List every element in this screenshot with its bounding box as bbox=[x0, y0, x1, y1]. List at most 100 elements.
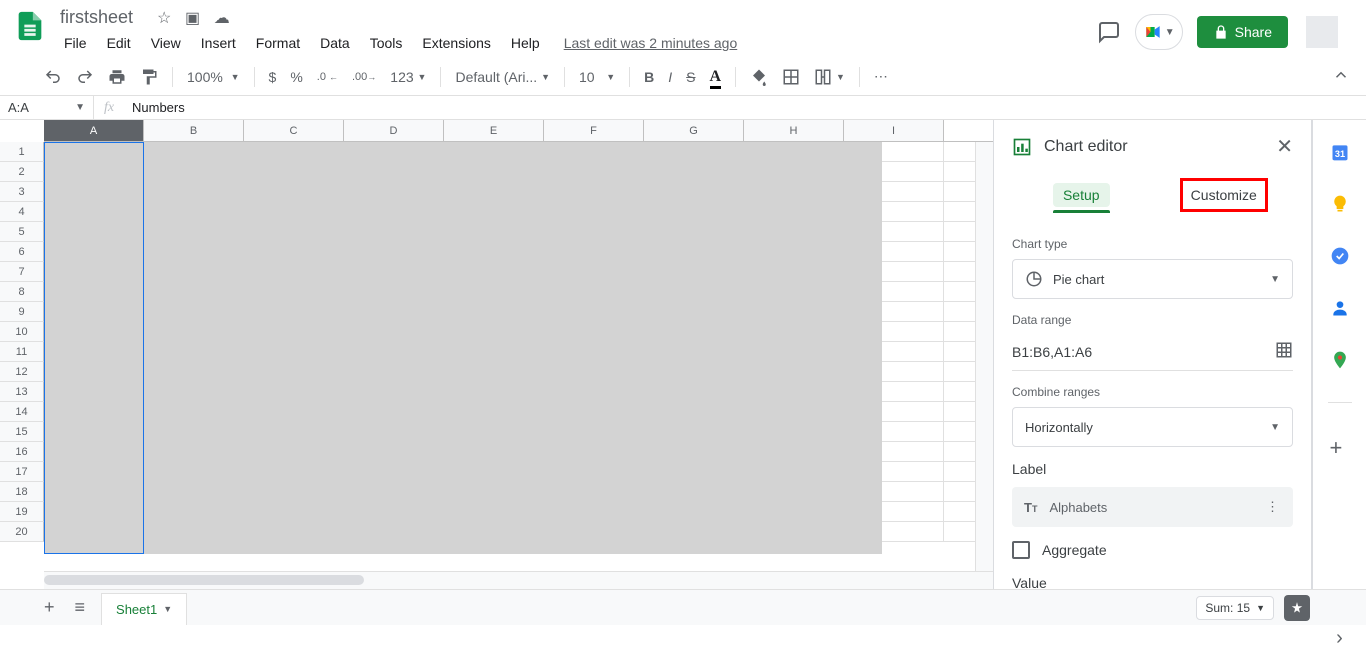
tasks-icon[interactable] bbox=[1330, 246, 1350, 266]
column-header[interactable]: C bbox=[244, 120, 344, 141]
doc-title[interactable]: firstsheet bbox=[56, 6, 137, 29]
row-header[interactable]: 14 bbox=[0, 402, 44, 422]
strikethrough-icon[interactable]: S bbox=[680, 65, 701, 89]
row-header[interactable]: 15 bbox=[0, 422, 44, 442]
column-header[interactable]: A bbox=[44, 120, 144, 141]
name-box[interactable]: A:A ▼ bbox=[0, 96, 94, 119]
chart-type-select[interactable]: Pie chart ▼ bbox=[1012, 259, 1293, 299]
spreadsheet-grid[interactable]: ABCDEFGHI 123456789101112131415161718192… bbox=[0, 120, 994, 589]
font-size-dropdown[interactable]: 10 ▼ bbox=[573, 65, 621, 89]
collapse-toolbar-icon[interactable] bbox=[1326, 60, 1356, 93]
hide-side-panel-icon[interactable]: › bbox=[1336, 627, 1343, 650]
row-header[interactable]: 18 bbox=[0, 482, 44, 502]
menu-tools[interactable]: Tools bbox=[362, 31, 411, 55]
explore-icon[interactable] bbox=[1284, 595, 1310, 621]
more-toolbar-icon[interactable]: ⋯ bbox=[868, 64, 896, 89]
calendar-icon[interactable]: 31 bbox=[1330, 142, 1350, 162]
currency-icon[interactable]: $ bbox=[263, 65, 283, 89]
all-sheets-icon[interactable]: ≡ bbox=[71, 593, 90, 622]
menu-extensions[interactable]: Extensions bbox=[414, 31, 498, 55]
row-header[interactable]: 9 bbox=[0, 302, 44, 322]
row-header[interactable]: 19 bbox=[0, 502, 44, 522]
menu-data[interactable]: Data bbox=[312, 31, 358, 55]
column-header[interactable]: I bbox=[844, 120, 944, 141]
column-header[interactable]: H bbox=[744, 120, 844, 141]
column-header[interactable]: E bbox=[444, 120, 544, 141]
row-header[interactable]: 6 bbox=[0, 242, 44, 262]
aggregate-checkbox-row[interactable]: Aggregate bbox=[1012, 541, 1293, 559]
embedded-chart[interactable] bbox=[44, 142, 882, 554]
tab-setup[interactable]: Setup bbox=[1010, 177, 1153, 213]
row-header[interactable]: 2 bbox=[0, 162, 44, 182]
horizontal-scrollbar[interactable] bbox=[44, 571, 993, 589]
cloud-icon[interactable]: ☁ bbox=[214, 10, 230, 27]
redo-icon[interactable] bbox=[70, 64, 100, 90]
add-sheet-icon[interactable]: + bbox=[40, 593, 59, 622]
cells-area[interactable] bbox=[44, 142, 993, 571]
print-icon[interactable] bbox=[102, 64, 132, 90]
increase-decimal-icon[interactable]: .00→ bbox=[346, 67, 382, 87]
decrease-decimal-icon[interactable]: .0 ← bbox=[311, 67, 344, 87]
row-header[interactable]: 3 bbox=[0, 182, 44, 202]
addons-icon[interactable]: + bbox=[1330, 435, 1350, 455]
menu-help[interactable]: Help bbox=[503, 31, 548, 55]
column-header[interactable]: F bbox=[544, 120, 644, 141]
text-color-icon[interactable]: A bbox=[704, 64, 728, 90]
sheet-tab[interactable]: Sheet1 ▼ bbox=[101, 593, 187, 625]
checkbox-icon[interactable] bbox=[1012, 541, 1030, 559]
vertical-scrollbar[interactable] bbox=[975, 142, 993, 571]
select-range-icon[interactable] bbox=[1275, 341, 1293, 362]
percent-icon[interactable]: % bbox=[284, 65, 308, 89]
meet-button[interactable]: ▼ bbox=[1135, 14, 1183, 50]
sheets-logo[interactable] bbox=[10, 6, 50, 46]
row-header[interactable]: 5 bbox=[0, 222, 44, 242]
fill-color-icon[interactable] bbox=[744, 64, 774, 90]
label-chip[interactable]: TT Alphabets ⋮ bbox=[1012, 487, 1293, 527]
star-icon[interactable]: ☆ bbox=[157, 10, 171, 27]
comments-icon[interactable] bbox=[1097, 20, 1121, 44]
bold-icon[interactable]: B bbox=[638, 65, 660, 89]
contacts-icon[interactable] bbox=[1330, 298, 1350, 318]
row-header[interactable]: 7 bbox=[0, 262, 44, 282]
more-formats-dropdown[interactable]: 123 ▼ bbox=[384, 65, 432, 89]
font-dropdown[interactable]: Default (Ari... ▼ bbox=[449, 65, 556, 89]
row-header[interactable]: 12 bbox=[0, 362, 44, 382]
menu-format[interactable]: Format bbox=[248, 31, 308, 55]
borders-icon[interactable] bbox=[776, 64, 806, 90]
column-header[interactable]: D bbox=[344, 120, 444, 141]
keep-icon[interactable] bbox=[1330, 194, 1350, 214]
maps-icon[interactable] bbox=[1330, 350, 1350, 370]
avatar[interactable] bbox=[1306, 16, 1338, 48]
menu-view[interactable]: View bbox=[143, 31, 189, 55]
move-icon[interactable]: ▣ bbox=[185, 10, 200, 27]
row-header[interactable]: 13 bbox=[0, 382, 44, 402]
row-header[interactable]: 10 bbox=[0, 322, 44, 342]
italic-icon[interactable]: I bbox=[662, 65, 678, 89]
column-header[interactable]: G bbox=[644, 120, 744, 141]
sum-value: Sum: 15 bbox=[1205, 601, 1250, 615]
row-header[interactable]: 11 bbox=[0, 342, 44, 362]
last-edit-link[interactable]: Last edit was 2 minutes ago bbox=[564, 35, 738, 51]
row-header[interactable]: 8 bbox=[0, 282, 44, 302]
row-header[interactable]: 20 bbox=[0, 522, 44, 542]
undo-icon[interactable] bbox=[38, 64, 68, 90]
data-range-input[interactable] bbox=[1012, 344, 1275, 360]
share-button[interactable]: Share bbox=[1197, 16, 1288, 48]
tab-customize[interactable]: Customize bbox=[1153, 177, 1296, 213]
close-icon[interactable]: ✕ bbox=[1276, 134, 1293, 159]
menu-insert[interactable]: Insert bbox=[193, 31, 244, 55]
merge-cells-icon[interactable]: ▼ bbox=[808, 64, 851, 90]
row-header[interactable]: 4 bbox=[0, 202, 44, 222]
paint-format-icon[interactable] bbox=[134, 64, 164, 90]
column-header[interactable]: B bbox=[144, 120, 244, 141]
row-header[interactable]: 1 bbox=[0, 142, 44, 162]
formula-input[interactable]: Numbers bbox=[124, 100, 1366, 115]
zoom-dropdown[interactable]: 100% ▼ bbox=[181, 65, 246, 89]
quick-sum[interactable]: Sum: 15 ▼ bbox=[1196, 596, 1274, 620]
menu-file[interactable]: File bbox=[56, 31, 95, 55]
menu-edit[interactable]: Edit bbox=[99, 31, 139, 55]
combine-select[interactable]: Horizontally ▼ bbox=[1012, 407, 1293, 447]
row-header[interactable]: 16 bbox=[0, 442, 44, 462]
more-icon[interactable]: ⋮ bbox=[1266, 499, 1281, 515]
row-header[interactable]: 17 bbox=[0, 462, 44, 482]
